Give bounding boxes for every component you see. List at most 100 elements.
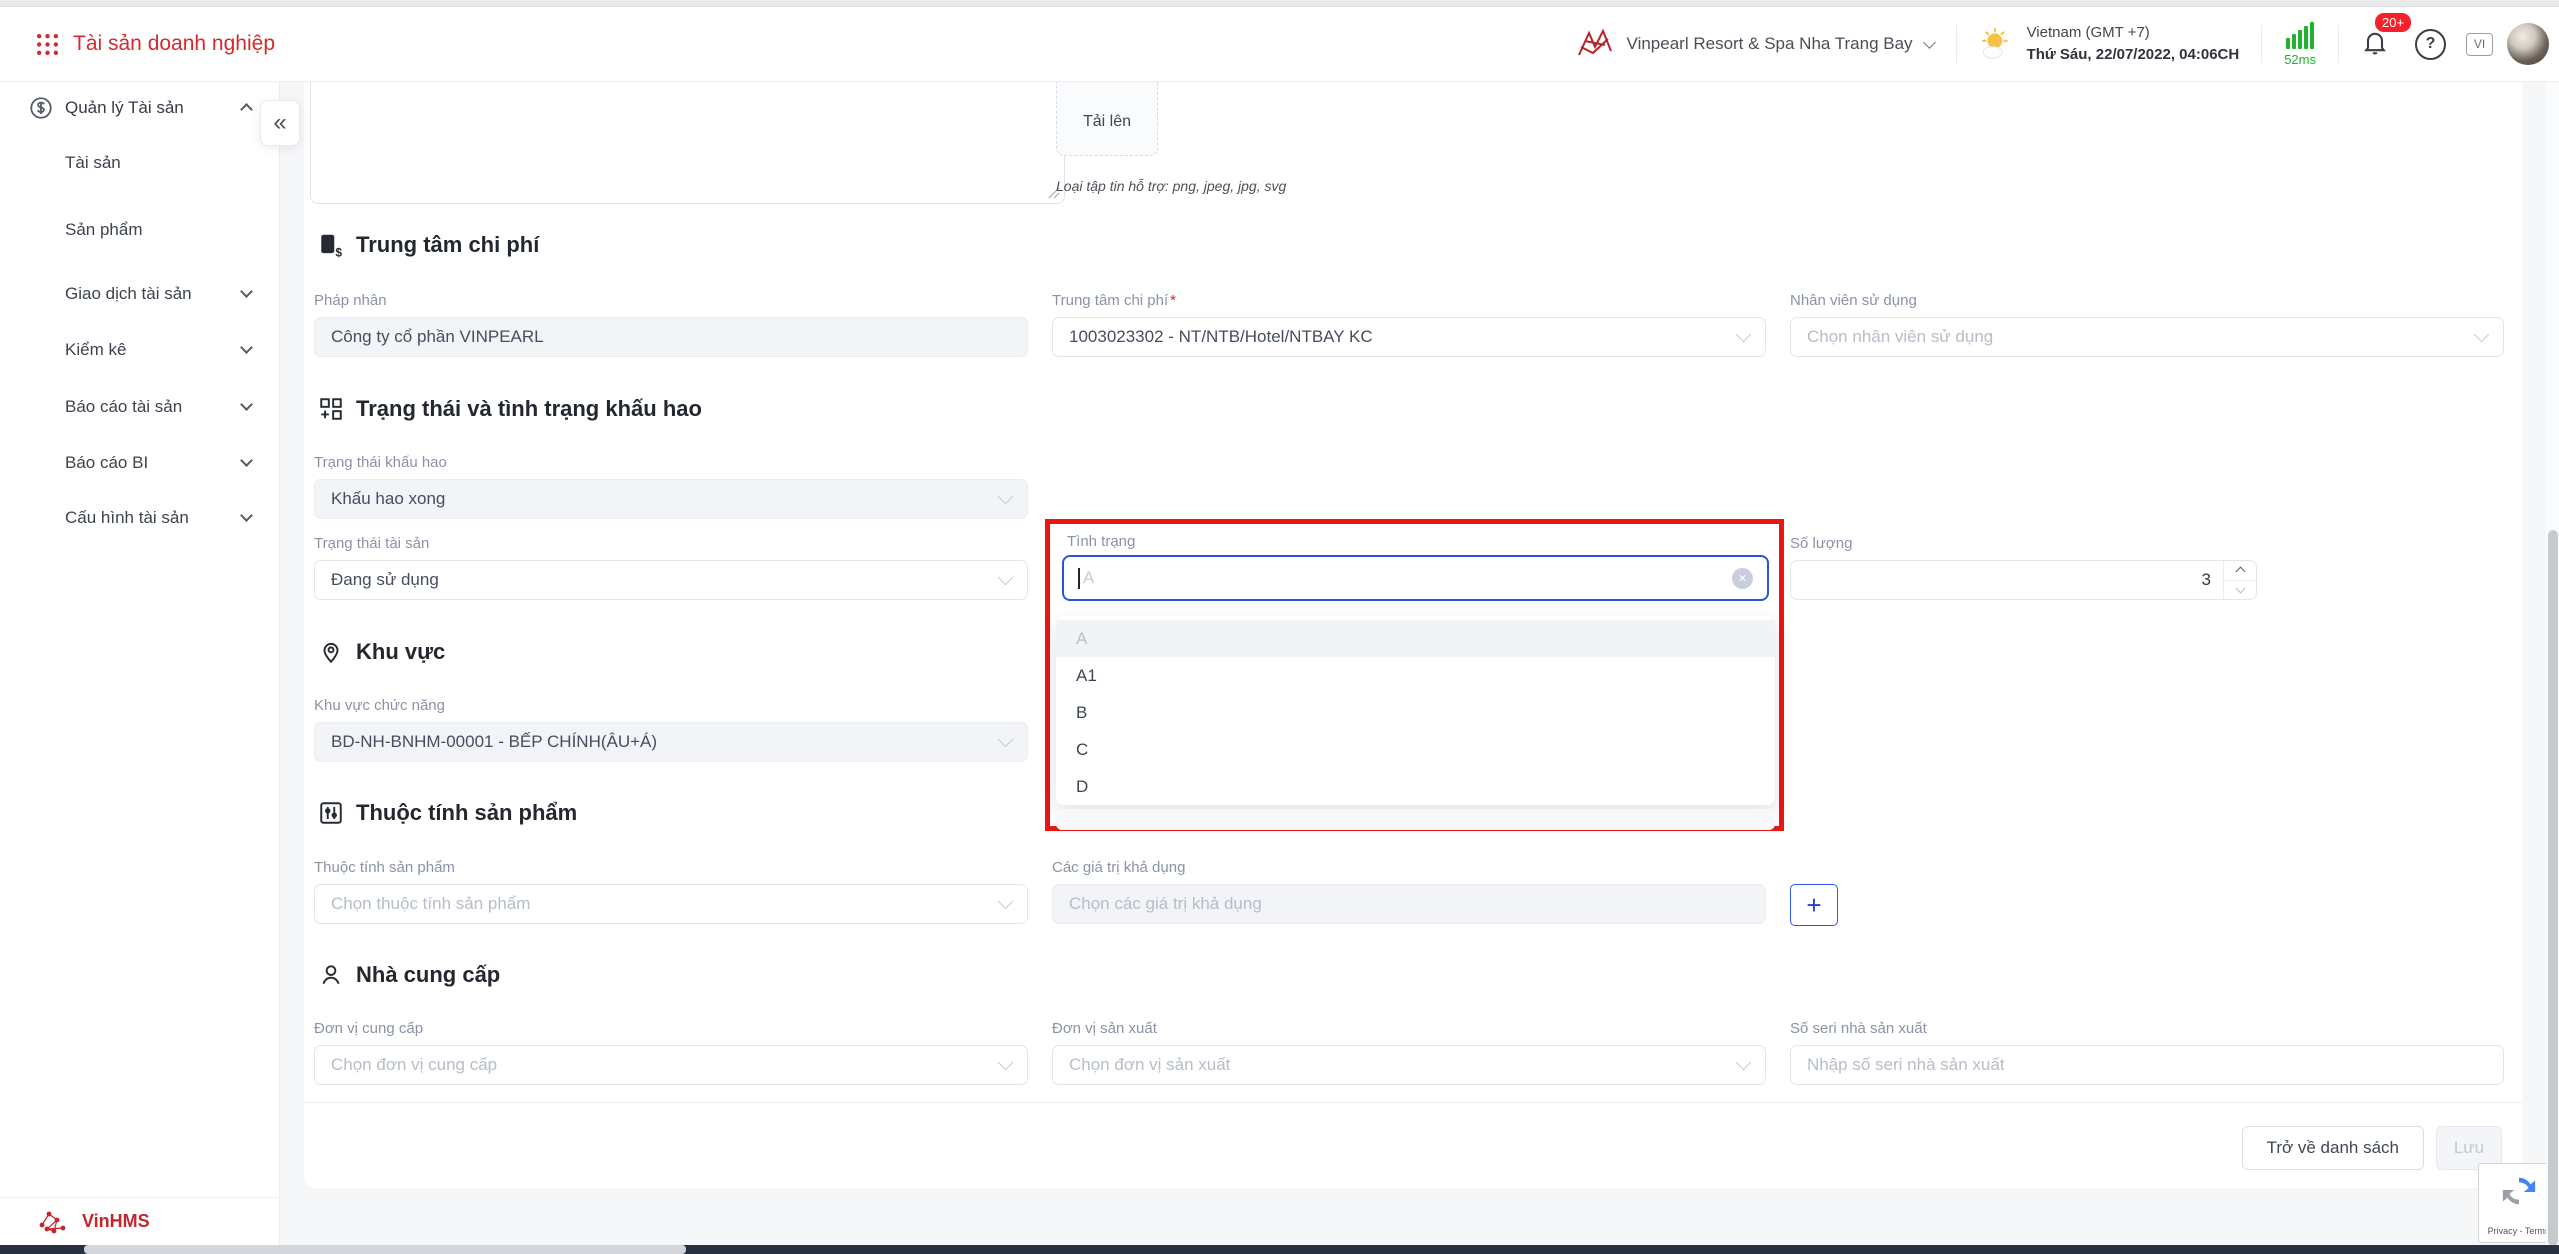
footer-divider	[304, 1102, 2522, 1103]
dropdown-option-a1[interactable]: A1	[1056, 657, 1775, 694]
user-avatar[interactable]	[2507, 23, 2549, 65]
sidebar-item-products[interactable]: Sản phẩm	[0, 210, 279, 250]
chevron-down-icon	[998, 1054, 1014, 1070]
brand-label: VinHMS	[82, 1211, 150, 1232]
dropdown-option-a[interactable]: A	[1056, 620, 1775, 657]
app-grid-icon[interactable]	[36, 33, 59, 56]
map-pin-icon	[318, 639, 344, 665]
attribute-placeholder: Chọn thuộc tính sản phẩm	[331, 894, 530, 914]
chevron-down-icon	[998, 731, 1014, 747]
serial-input[interactable]	[1790, 1045, 2504, 1085]
datetime-label: Thứ Sáu, 22/07/2022, 04:06CH	[2027, 44, 2240, 66]
quantity-stepper[interactable]: 3	[1790, 560, 2257, 600]
cost-center-select[interactable]: 1003023302 - NT/NTB/Hotel/NTBAY KC	[1052, 317, 1766, 357]
sidebar-collapse-button[interactable]: «	[260, 100, 300, 146]
notifications-button[interactable]: 20+	[2361, 27, 2389, 62]
sidebar-item-label: Báo cáo BI	[65, 453, 148, 473]
chevron-up-icon	[2235, 567, 2245, 577]
manufacturer-placeholder: Chọn đơn vị sản xuất	[1069, 1055, 1230, 1075]
manufacturer-select[interactable]: Chọn đơn vị sản xuất	[1052, 1045, 1766, 1085]
attribute-select[interactable]: Chọn thuộc tính sản phẩm	[314, 884, 1028, 924]
form-actions: Trở về danh sách Lưu	[2242, 1126, 2502, 1170]
chevron-down-icon	[240, 509, 253, 522]
sidebar-item-label: Kiểm kê	[65, 340, 126, 360]
dropdown-option-c[interactable]: C	[1056, 731, 1775, 768]
sidebar-item-assets[interactable]: Tài sản	[0, 143, 279, 183]
chevron-down-icon	[1923, 36, 1936, 49]
chevron-down-icon	[998, 569, 1014, 585]
cost-center-label: Trung tâm chi phí*	[1052, 292, 1766, 309]
condition-dropdown: A A1 B C D	[1056, 616, 1775, 805]
signal-bars-icon	[2286, 22, 2314, 49]
language-selector[interactable]: VI	[2466, 33, 2493, 56]
chevron-down-icon	[1736, 326, 1752, 342]
condition-combobox[interactable]: A ✕	[1062, 555, 1769, 601]
close-icon: ✕	[1738, 572, 1747, 585]
vertical-scrollbar-thumb[interactable]	[2548, 530, 2558, 1246]
sidebar-item-bi-reports[interactable]: Báo cáo BI	[0, 443, 279, 483]
decrement-button[interactable]	[2224, 581, 2256, 600]
back-to-list-button[interactable]: Trở về danh sách	[2242, 1126, 2424, 1170]
section-status: Trạng thái và tình trạng khấu hao	[318, 396, 702, 422]
depreciation-status-select[interactable]: Khấu hao xong	[314, 479, 1028, 519]
available-values-select[interactable]: Chọn các giá trị khả dụng	[1052, 884, 1766, 924]
asset-form-card: Tải lên Loại tập tin hỗ trợ: png, jpeg, …	[304, 82, 2522, 1188]
sidebar-item-asset-reports[interactable]: Báo cáo tài sản	[0, 387, 279, 427]
description-textarea[interactable]	[310, 82, 1065, 204]
upload-hint: Loại tập tin hỗ trợ: png, jpeg, jpg, svg	[1056, 178, 1416, 194]
dropdown-option-b[interactable]: B	[1056, 694, 1775, 731]
horizontal-scrollbar-thumb[interactable]	[84, 1245, 686, 1254]
recaptcha-icon	[2500, 1172, 2538, 1210]
grid-plus-icon	[318, 396, 344, 422]
employee-select[interactable]: Chọn nhân viên sử dụng	[1790, 317, 2504, 357]
quantity-value: 3	[1791, 570, 2256, 590]
locale-block: Vietnam (GMT +7) Thứ Sáu, 22/07/2022, 04…	[1979, 22, 2240, 66]
quantity-label: Số lượng	[1790, 535, 2504, 552]
vendor-field: Đơn vị cung cấp Chọn đơn vị cung cấp	[314, 1020, 1028, 1085]
employee-field: Nhân viên sử dụng Chọn nhân viên sử dụng	[1790, 292, 2504, 357]
section-title: Thuộc tính sản phẩm	[356, 800, 577, 826]
vinhms-logo-icon	[38, 1209, 68, 1235]
increment-button[interactable]	[2224, 561, 2256, 581]
cost-center-field: Trung tâm chi phí* 1003023302 - NT/NTB/H…	[1052, 292, 1766, 357]
header-right: Vinpearl Resort & Spa Nha Trang Bay Viet…	[1575, 7, 2549, 81]
sidebar-group-asset-management[interactable]: Quản lý Tài sản	[0, 88, 279, 128]
property-selector[interactable]: Vinpearl Resort & Spa Nha Trang Bay	[1575, 27, 1934, 61]
horizontal-scrollbar-track	[0, 1245, 2559, 1254]
functional-area-value: BD-NH-BNHM-00001 - BẾP CHÍNH(ÂU+Á)	[331, 732, 657, 752]
legal-entity-input[interactable]: Công ty cổ phần VINPEARL	[314, 317, 1028, 357]
sidebar-item-asset-transactions[interactable]: Giao dịch tài sản	[0, 274, 279, 314]
language-code: VI	[2474, 37, 2485, 51]
available-values-placeholder: Chọn các giá trị khả dụng	[1069, 894, 1262, 914]
add-attribute-button[interactable]: +	[1790, 884, 1838, 926]
available-values-label: Các giá trị khả dụng	[1052, 859, 1766, 876]
sidebar-item-inventory[interactable]: Kiểm kê	[0, 330, 279, 370]
section-cost-center: $ Trung tâm chi phí	[318, 232, 539, 258]
recaptcha-terms[interactable]: Privacy - Terms	[2488, 1226, 2550, 1236]
dropdown-footer-strip	[1056, 809, 1775, 830]
chevron-down-icon	[240, 341, 253, 354]
asset-status-value: Đang sử dụng	[331, 570, 439, 590]
sidebar-group-label: Quản lý Tài sản	[65, 98, 184, 118]
collapse-icon: «	[273, 109, 286, 137]
sidebar-footer: VinHMS	[0, 1197, 279, 1245]
dropdown-option-d[interactable]: D	[1056, 768, 1775, 805]
section-title: Trạng thái và tình trạng khấu hao	[356, 396, 702, 422]
asset-status-select[interactable]: Đang sử dụng	[314, 560, 1028, 600]
clear-button[interactable]: ✕	[1732, 568, 1753, 589]
app-title: Tài sản doanh nghiệp	[73, 32, 275, 56]
chevron-down-icon	[240, 285, 253, 298]
help-button[interactable]: ?	[2415, 29, 2446, 60]
question-icon: ?	[2426, 35, 2436, 53]
vendor-label: Đơn vị cung cấp	[314, 1020, 1028, 1037]
upload-dropzone[interactable]: Tải lên	[1056, 82, 1158, 156]
functional-area-select[interactable]: BD-NH-BNHM-00001 - BẾP CHÍNH(ÂU+Á)	[314, 722, 1028, 762]
property-name: Vinpearl Resort & Spa Nha Trang Bay	[1627, 34, 1913, 54]
asset-status-label: Trạng thái tài sản	[314, 535, 1028, 552]
sidebar-item-asset-config[interactable]: Cấu hình tài sản	[0, 498, 279, 538]
chevron-down-icon	[240, 454, 253, 467]
latency-label: 52ms	[2284, 52, 2316, 67]
vendor-select[interactable]: Chọn đơn vị cung cấp	[314, 1045, 1028, 1085]
svg-text:$: $	[335, 245, 342, 258]
dollar-circle-icon	[28, 95, 54, 121]
